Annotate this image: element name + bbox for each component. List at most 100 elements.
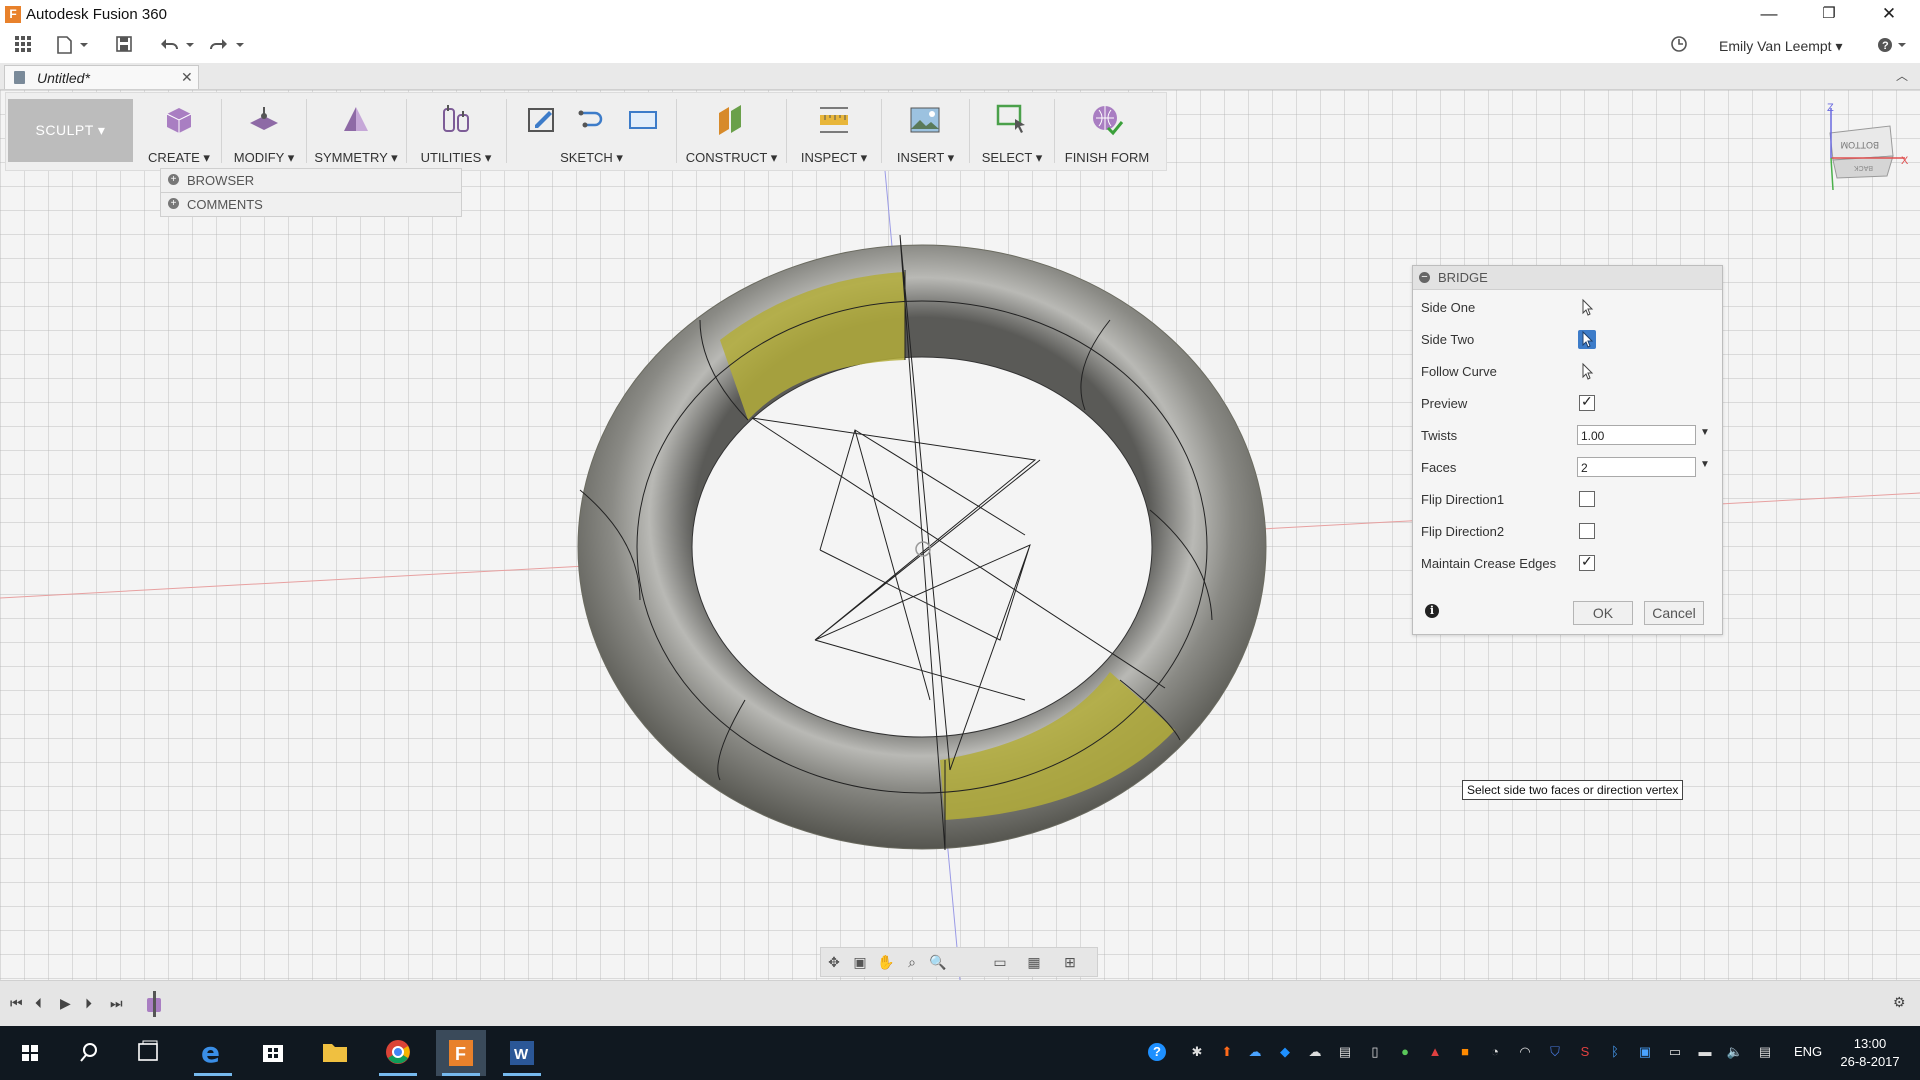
twists-dropdown-icon[interactable]: ▼ bbox=[1700, 427, 1710, 438]
chrome-icon[interactable] bbox=[373, 1030, 423, 1076]
onedrive-icon[interactable]: ☁ bbox=[1246, 1043, 1264, 1061]
bridge-dialog-header[interactable]: − BRIDGE bbox=[1413, 266, 1722, 290]
battery-icon[interactable]: ▬ bbox=[1696, 1043, 1714, 1061]
ok-button[interactable]: OK bbox=[1573, 601, 1633, 625]
start-button[interactable] bbox=[5, 1030, 55, 1076]
timeline-settings-gear-icon[interactable]: ⚙ bbox=[1893, 994, 1906, 1011]
zoom-icon[interactable]: ⌕ bbox=[903, 953, 921, 971]
cloud-sync-icon[interactable]: ☁ bbox=[1306, 1043, 1324, 1061]
orbit-icon[interactable]: ✥ bbox=[825, 953, 843, 971]
input-language[interactable]: ENG bbox=[1794, 1044, 1822, 1059]
collapse-icon[interactable]: − bbox=[1419, 272, 1430, 283]
display-settings-icon[interactable]: ▭ bbox=[991, 953, 1009, 971]
upload-tray-icon[interactable]: ⬆ bbox=[1218, 1043, 1236, 1061]
side-two-select-icon[interactable] bbox=[1578, 330, 1596, 349]
create-sketch-icon bbox=[528, 108, 554, 132]
side-two-row: Side Two bbox=[1413, 326, 1722, 352]
select-menu[interactable]: SELECT ▾ bbox=[972, 93, 1052, 170]
preview-checkbox[interactable]: ✓ bbox=[1579, 393, 1595, 411]
redo-icon[interactable] bbox=[208, 35, 248, 57]
side-one-select-icon[interactable] bbox=[1578, 298, 1596, 317]
insert-menu[interactable]: INSERT ▾ bbox=[884, 93, 967, 170]
faces-input[interactable]: 2 bbox=[1577, 457, 1696, 477]
play-icon[interactable]: ▶ bbox=[60, 995, 71, 1012]
system-clock[interactable]: 13:00 26-8-2017 bbox=[1830, 1035, 1910, 1071]
minimize-button[interactable]: — bbox=[1740, 0, 1798, 30]
windows-taskbar: e F W ? ✱ ⬆ ☁ ◆ ☁ ▤ ▯ ● ▲ ■ ◔ ◠ ⛉ S ᛒ ▣ … bbox=[0, 1026, 1920, 1080]
previous-step-icon[interactable]: ⏴ bbox=[35, 995, 42, 1012]
expand-icon[interactable]: + bbox=[168, 174, 179, 185]
info-icon[interactable]: i bbox=[1425, 604, 1439, 618]
follow-curve-select-icon[interactable] bbox=[1578, 362, 1596, 381]
usb-tray-icon[interactable]: ▯ bbox=[1366, 1043, 1384, 1061]
document-tab[interactable]: Untitled* ✕ bbox=[4, 65, 199, 89]
fit-zoom-icon[interactable]: 🔍 bbox=[929, 953, 947, 971]
settings-tray-icon[interactable]: ✱ bbox=[1188, 1043, 1206, 1061]
finish-form-button[interactable]: FINISH FORM bbox=[1057, 93, 1157, 170]
solidworks-tray-icon[interactable]: S bbox=[1576, 1043, 1594, 1061]
last-step-icon[interactable]: ⏭ bbox=[110, 995, 123, 1012]
printer-tray-icon[interactable]: ▤ bbox=[1336, 1043, 1354, 1061]
bridge-dialog: − BRIDGE Side One Side Two Follow Curve … bbox=[1412, 265, 1723, 635]
fusion360-taskbar-icon[interactable]: F bbox=[436, 1030, 486, 1076]
bluetooth-icon[interactable]: ᛒ bbox=[1606, 1043, 1624, 1061]
utilities-menu[interactable]: UTILITIES ▾ bbox=[409, 93, 503, 170]
action-center-icon[interactable]: ▤ bbox=[1756, 1043, 1774, 1061]
close-tab-button[interactable]: ✕ bbox=[181, 69, 193, 86]
save-icon[interactable] bbox=[113, 35, 135, 57]
app-grid-icon[interactable] bbox=[12, 35, 34, 57]
security-tray-icon[interactable]: ● bbox=[1396, 1043, 1414, 1061]
faces-dropdown-icon[interactable]: ▼ bbox=[1700, 459, 1710, 470]
monitor-tray-icon[interactable]: ▭ bbox=[1666, 1043, 1684, 1061]
search-icon[interactable] bbox=[63, 1030, 113, 1076]
next-step-icon[interactable]: ⏵ bbox=[85, 995, 92, 1012]
view-cube[interactable]: BOTTOM BACK X Z bbox=[1815, 98, 1915, 198]
grid-settings-icon[interactable]: ▦ bbox=[1025, 953, 1043, 971]
collapse-chevron-icon[interactable]: ︿ bbox=[1896, 67, 1908, 84]
symmetry-menu[interactable]: SYMMETRY ▾ bbox=[309, 93, 403, 170]
pan-icon[interactable]: ✋ bbox=[877, 953, 895, 971]
flip-direction1-checkbox[interactable] bbox=[1579, 491, 1595, 507]
maintain-crease-checkbox[interactable]: ✓ bbox=[1579, 553, 1595, 571]
flip-direction2-checkbox[interactable] bbox=[1579, 523, 1595, 539]
display-tray-icon[interactable]: ▣ bbox=[1636, 1043, 1654, 1061]
inspect-menu[interactable]: INSPECT ▾ bbox=[789, 93, 879, 170]
wifi-tray-icon[interactable]: ◠ bbox=[1516, 1043, 1534, 1061]
file-menu-icon[interactable] bbox=[56, 35, 92, 57]
utilities-icon bbox=[443, 105, 469, 132]
word-icon[interactable]: W bbox=[497, 1030, 547, 1076]
twists-input[interactable]: 1.00 bbox=[1577, 425, 1696, 445]
maintain-crease-row: Maintain Crease Edges ✓ bbox=[1413, 550, 1722, 576]
help-icon[interactable]: ? bbox=[1876, 35, 1912, 57]
file-explorer-icon[interactable] bbox=[310, 1030, 360, 1076]
close-window-button[interactable]: ✕ bbox=[1860, 0, 1918, 30]
viewports-icon[interactable]: ⊞ bbox=[1061, 953, 1079, 971]
construct-menu[interactable]: CONSTRUCT ▾ bbox=[679, 93, 784, 170]
modify-menu[interactable]: MODIFY ▾ bbox=[224, 93, 304, 170]
network-tray-icon[interactable]: ◔ bbox=[1486, 1043, 1504, 1061]
maximize-button[interactable]: ❐ bbox=[1800, 0, 1858, 30]
pdf-tray-icon[interactable]: ▲ bbox=[1426, 1043, 1444, 1061]
undo-icon[interactable] bbox=[158, 35, 198, 57]
rectangle-icon bbox=[629, 111, 657, 129]
help-tray-icon[interactable]: ? bbox=[1148, 1043, 1166, 1061]
shield-tray-icon[interactable]: ⛉ bbox=[1546, 1043, 1564, 1061]
comments-panel-header[interactable]: + COMMENTS bbox=[160, 192, 462, 217]
timeline-form-feature-icon[interactable] bbox=[144, 991, 166, 1017]
volume-icon[interactable]: 🔈 bbox=[1726, 1043, 1744, 1061]
browser-panel-header[interactable]: + BROWSER bbox=[160, 168, 462, 193]
first-step-icon[interactable]: ⏮ bbox=[10, 995, 23, 1012]
create-menu[interactable]: CREATE ▾ bbox=[139, 93, 219, 170]
job-status-clock-icon[interactable] bbox=[1668, 35, 1690, 57]
expand-icon[interactable]: + bbox=[168, 198, 179, 209]
app-tray-icon[interactable]: ■ bbox=[1456, 1043, 1474, 1061]
store-icon[interactable] bbox=[248, 1030, 298, 1076]
workspace-switcher[interactable]: SCULPT ▾ bbox=[8, 99, 133, 162]
sketch-menu[interactable]: SKETCH ▾ bbox=[509, 93, 674, 170]
cancel-button[interactable]: Cancel bbox=[1644, 601, 1704, 625]
task-view-icon[interactable] bbox=[123, 1030, 173, 1076]
look-at-icon[interactable]: ▣ bbox=[851, 953, 869, 971]
edge-browser-icon[interactable]: e bbox=[188, 1030, 238, 1076]
dropbox-icon[interactable]: ◆ bbox=[1276, 1043, 1294, 1061]
user-account-menu[interactable]: Emily Van Leempt ▾ bbox=[1719, 38, 1842, 55]
